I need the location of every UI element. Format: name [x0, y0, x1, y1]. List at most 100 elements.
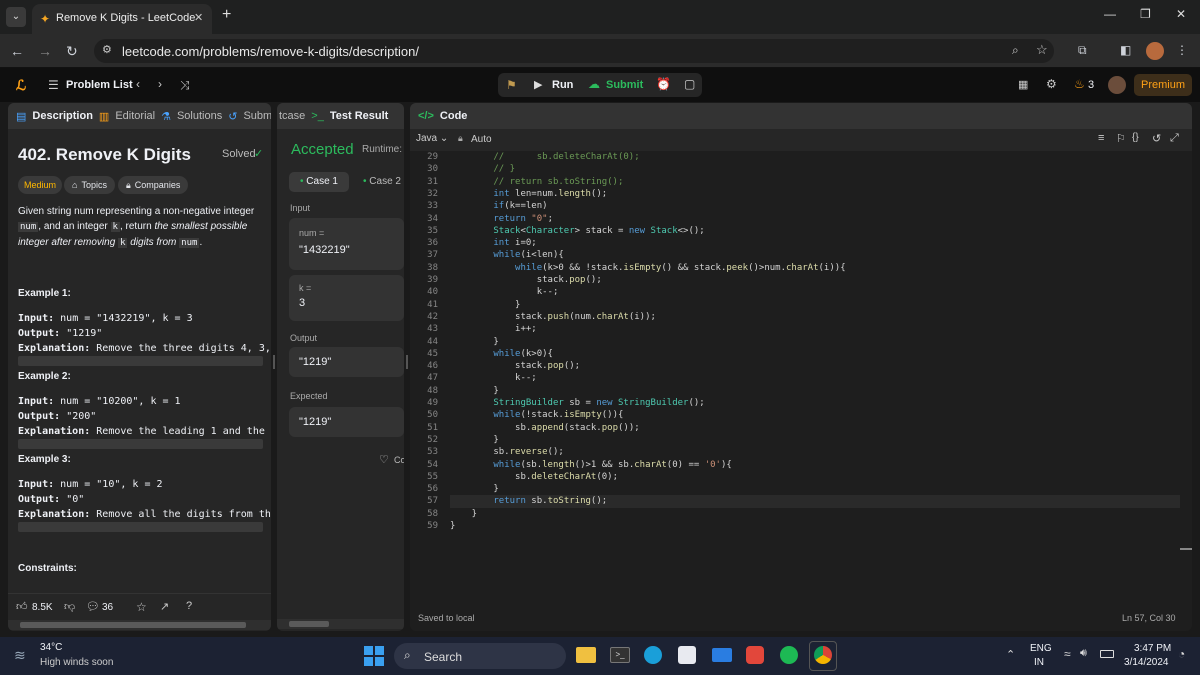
wifi-icon[interactable]: ≈	[1064, 647, 1071, 661]
weather-temp[interactable]: 34°C	[40, 642, 62, 653]
result-hscrollbar[interactable]	[277, 619, 404, 629]
reset-icon[interactable]: ↺	[1152, 132, 1161, 145]
code-line[interactable]: // }	[450, 163, 515, 175]
extensions-icon[interactable]: ⧉	[1078, 43, 1087, 58]
site-settings-icon[interactable]: ⚙	[102, 43, 112, 56]
restore-button[interactable]: ❐	[1140, 7, 1151, 21]
code-line[interactable]: stack.pop();	[450, 274, 602, 286]
wps-office-icon[interactable]	[746, 646, 764, 664]
code-line[interactable]: while(!stack.isEmpty()){	[450, 409, 623, 421]
tab-description[interactable]: Description	[32, 110, 93, 122]
weather-status[interactable]: High winds soon	[40, 657, 113, 668]
code-line[interactable]: // sb.deleteCharAt(0);	[450, 151, 639, 163]
spotify-icon[interactable]	[780, 646, 798, 664]
mail-icon[interactable]	[712, 648, 732, 662]
code-line[interactable]: sb.deleteCharAt(0);	[450, 471, 618, 483]
code-line[interactable]: // return sb.toString();	[450, 176, 623, 188]
description-hscrollbar[interactable]	[8, 620, 271, 630]
submit-cloud-icon[interactable]: ☁	[588, 77, 600, 91]
code-line[interactable]: k--;	[450, 372, 537, 384]
prev-problem-icon[interactable]: ‹	[136, 77, 140, 91]
url-field[interactable]: ⚙ leetcode.com/problems/remove-k-digits/…	[94, 39, 1054, 63]
code-line[interactable]: sb.append(stack.pop());	[450, 422, 640, 434]
code-line[interactable]: int i=0;	[450, 237, 536, 249]
companies-tag[interactable]: 🔒︎ Companies	[118, 176, 189, 194]
new-tab-button[interactable]: +	[222, 6, 231, 24]
language-select[interactable]: Java ⌄	[416, 133, 448, 144]
topics-tag[interactable]: ⌂ Topics	[64, 176, 115, 194]
pane-resizer-mid[interactable]	[406, 355, 408, 369]
description-hscroll-thumb[interactable]	[20, 622, 246, 628]
code-line[interactable]: sb.reverse();	[450, 446, 563, 458]
note-icon[interactable]: ▢	[684, 77, 695, 91]
pane-resizer-left[interactable]	[273, 355, 275, 369]
run-button[interactable]: Run	[552, 79, 573, 91]
reload-icon[interactable]: ↻	[66, 43, 78, 60]
problem-list-icon[interactable]: ☰	[48, 78, 59, 92]
code-line[interactable]: Stack<Character> stack = new Stack<>();	[450, 225, 704, 237]
tab-submissions[interactable]: Subm	[243, 110, 271, 122]
bookmark-star-icon[interactable]: ☆	[1036, 42, 1048, 58]
next-problem-icon[interactable]: ›	[158, 77, 162, 91]
submit-button[interactable]: Submit	[606, 79, 643, 91]
braces-icon[interactable]: {}	[1132, 132, 1139, 143]
auto-label[interactable]: Auto	[471, 134, 492, 145]
lang-in[interactable]: IN	[1034, 657, 1044, 668]
dislike-icon[interactable]: 👎︎	[64, 600, 75, 613]
shuffle-icon[interactable]: ⤨	[180, 78, 190, 93]
code-line[interactable]: return "0";	[450, 213, 553, 225]
code-line[interactable]: while(k>0 && !stack.isEmpty() && stack.p…	[450, 262, 846, 274]
help-icon[interactable]: ?	[186, 600, 192, 612]
tab-testcase[interactable]: tcase	[279, 110, 305, 122]
code-text-area[interactable]: // sb.deleteCharAt(0); // } // return sb…	[450, 151, 1180, 551]
layout-icon[interactable]: ▦	[1018, 78, 1028, 91]
code-line[interactable]: if(k==len)	[450, 200, 547, 212]
like-icon[interactable]: 👍︎	[16, 600, 28, 613]
code-line[interactable]: int len=num.length();	[450, 188, 607, 200]
code-line[interactable]: stack.pop();	[450, 360, 580, 372]
comment-icon[interactable]: 💬︎	[86, 600, 100, 613]
code-line[interactable]: k--;	[450, 286, 559, 298]
notification-icon[interactable]: ◔	[1178, 647, 1185, 661]
code-line[interactable]: }	[450, 508, 477, 520]
debug-icon[interactable]: ⚑	[506, 78, 517, 92]
browser-tab-active[interactable]: ✦ Remove K Digits - LeetCode ✕	[32, 4, 212, 34]
tab-solutions[interactable]: Solutions	[177, 110, 222, 122]
format-icon[interactable]: ≡	[1098, 132, 1104, 144]
premium-button[interactable]: Premium	[1134, 74, 1192, 96]
leetcode-logo[interactable]: ℒ	[16, 77, 26, 94]
tab-close-icon[interactable]: ✕	[194, 11, 203, 24]
code-line[interactable]: while(sb.length()>1 && sb.charAt(0) == '…	[450, 459, 731, 471]
tab-search-button[interactable]: ⌄	[6, 7, 26, 27]
tray-chevron-icon[interactable]: ⌃	[1006, 648, 1015, 661]
problem-list-link[interactable]: Problem List	[66, 79, 133, 91]
code-line[interactable]: }	[450, 336, 498, 348]
code-line[interactable]: while(k>0){	[450, 348, 553, 360]
code-line[interactable]: stack.push(num.charAt(i));	[450, 311, 656, 323]
bookmark-icon[interactable]: ⚐	[1116, 132, 1126, 145]
back-icon[interactable]: ←	[10, 43, 24, 59]
share-icon[interactable]: ↗	[160, 600, 169, 613]
clock-date[interactable]: 3/14/2024	[1124, 657, 1169, 668]
example1-scrollbar[interactable]	[18, 356, 263, 366]
lang-eng[interactable]: ENG	[1030, 643, 1052, 654]
battery-icon[interactable]	[1100, 650, 1114, 658]
store-icon[interactable]	[678, 646, 696, 664]
clock-time[interactable]: 3:47 PM	[1134, 643, 1171, 654]
zoom-icon[interactable]: ⌕	[1012, 43, 1019, 58]
user-avatar[interactable]	[1108, 76, 1126, 94]
code-line[interactable]: }	[450, 299, 520, 311]
menu-icon[interactable]: ⋮	[1176, 43, 1188, 57]
case1-tab[interactable]: • Case 1	[289, 172, 349, 192]
code-line[interactable]: while(i<len){	[450, 249, 563, 261]
contribute-heart-icon[interactable]: ♡	[379, 453, 389, 466]
example3-scrollbar[interactable]	[18, 522, 263, 532]
code-editor[interactable]: 29 30 31 32 33 34 35 36 37 38 39 40 41 42 43 44 45 46 47 48…	[410, 151, 1192, 611]
code-line[interactable]: i++;	[450, 323, 537, 335]
forward-icon[interactable]: →	[38, 43, 52, 59]
code-line[interactable]: }	[450, 434, 498, 446]
alarm-icon[interactable]: ⏰	[656, 77, 671, 91]
streak-flame-icon[interactable]: ♨	[1074, 77, 1085, 91]
example2-scrollbar[interactable]	[18, 439, 263, 449]
sidepanel-icon[interactable]: ◧	[1120, 43, 1131, 57]
